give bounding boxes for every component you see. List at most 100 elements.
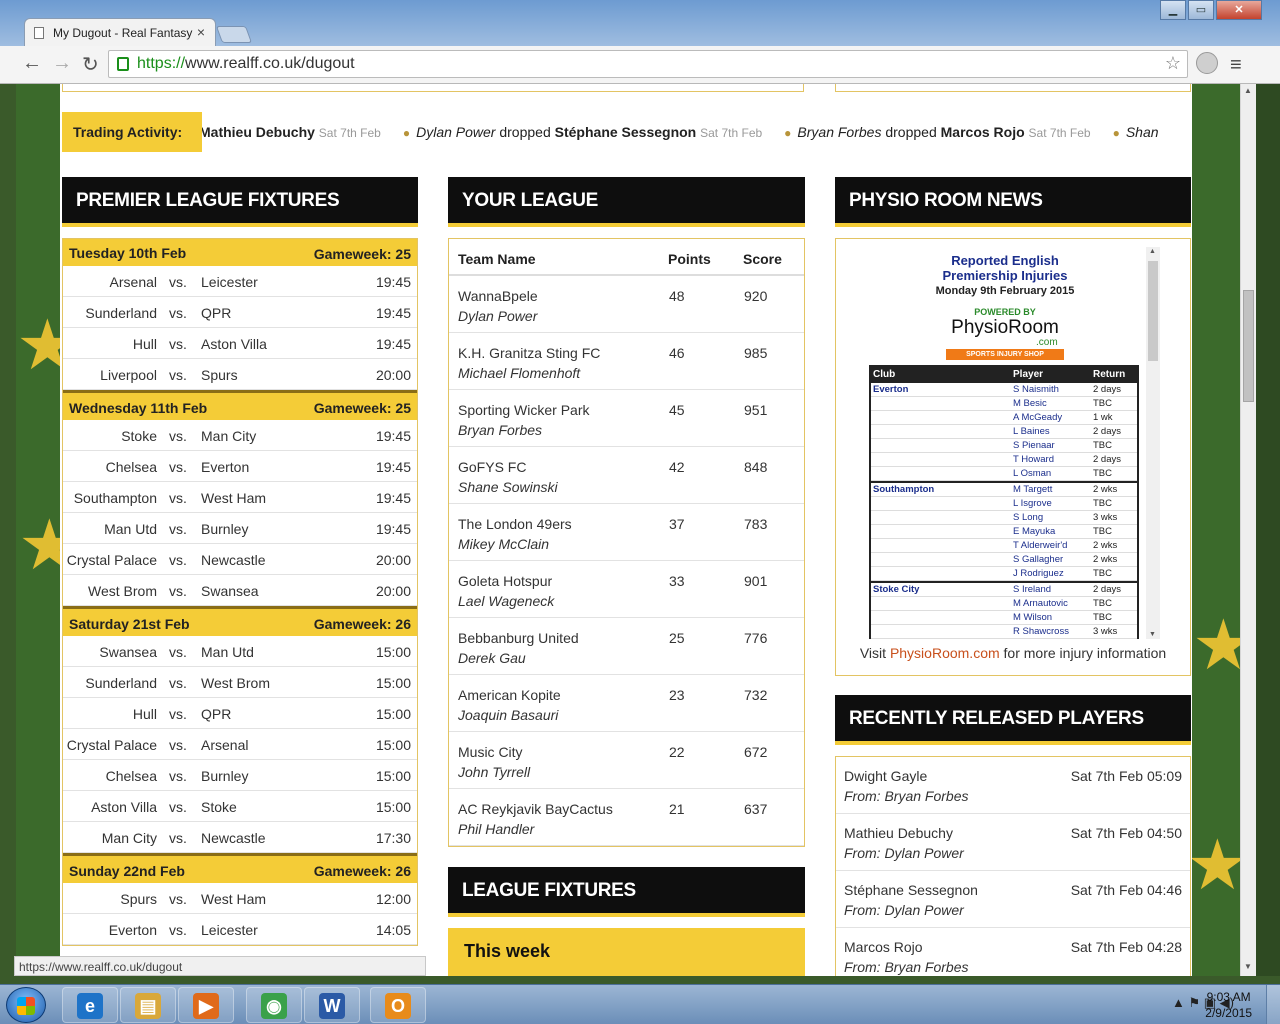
injured-player[interactable]: L Isgrove xyxy=(1013,498,1052,509)
injured-player[interactable]: L Baines xyxy=(1013,426,1050,437)
scroll-up-arrow-icon[interactable]: ▲ xyxy=(1244,86,1252,95)
show-desktop-button[interactable] xyxy=(1266,985,1280,1024)
browser-tab[interactable]: My Dugout - Real Fantasy × xyxy=(24,18,216,46)
close-tab-icon[interactable]: × xyxy=(197,24,205,40)
fixture-row[interactable]: Crystal Palace vs. Arsenal 15:00 xyxy=(63,729,417,760)
sports-injury-shop-banner[interactable]: SPORTS INJURY SHOP xyxy=(946,349,1064,360)
league-row[interactable]: Music City John Tyrrell 22 672 xyxy=(449,732,804,789)
address-bar[interactable]: https://www.realff.co.uk/dugout ☆ xyxy=(108,50,1188,78)
taskbar-chrome-button[interactable]: ◉ xyxy=(246,987,302,1023)
taskbar-ie-button[interactable]: e xyxy=(62,987,118,1023)
scroll-down-arrow-icon[interactable]: ▼ xyxy=(1244,962,1252,971)
back-button[interactable]: ← xyxy=(22,52,42,75)
injured-player[interactable]: L Osman xyxy=(1013,468,1051,479)
new-tab-button[interactable] xyxy=(215,26,253,43)
fixture-row[interactable]: Hull vs. QPR 15:00 xyxy=(63,698,417,729)
fixture-row[interactable]: Southampton vs. West Ham 19:45 xyxy=(63,482,417,513)
league-row[interactable]: WannaBpele Dylan Power 48 920 xyxy=(449,276,804,333)
league-row[interactable]: GoFYS FC Shane Sowinski 42 848 xyxy=(449,447,804,504)
league-row[interactable]: Bebbanburg United Derek Gau 25 776 xyxy=(449,618,804,675)
released-row[interactable]: Dwight Gayle Sat 7th Feb 05:09 From: Bryan… xyxy=(836,757,1190,814)
released-row[interactable]: Stéphane Sessegnon Sat 7th Feb 04:46 From:… xyxy=(836,871,1190,928)
fixture-row[interactable]: Everton vs. Leicester 14:05 xyxy=(63,914,417,945)
released-player[interactable]: Stéphane Sessegnon xyxy=(844,882,978,898)
team-name[interactable]: GoFYS FC xyxy=(458,459,526,475)
injured-player[interactable]: S Long xyxy=(1013,512,1043,523)
released-player[interactable]: Mathieu Debuchy xyxy=(844,825,953,841)
fixture-row[interactable]: Chelsea vs. Burnley 15:00 xyxy=(63,760,417,791)
forward-button[interactable]: → xyxy=(52,52,72,75)
page-scroll-thumb[interactable] xyxy=(1243,290,1254,402)
injured-player[interactable]: S Pienaar xyxy=(1013,440,1055,451)
fixture-row[interactable]: Sunderland vs. QPR 19:45 xyxy=(63,297,417,328)
team-name[interactable]: Music City xyxy=(458,744,523,760)
fixture-row[interactable]: Aston Villa vs. Stoke 15:00 xyxy=(63,791,417,822)
ticker-item[interactable]: ● Bryan Forbes dropped Marcos Rojo Sat 7t… xyxy=(784,124,1090,140)
scroll-up-arrow-icon[interactable]: ▲ xyxy=(1149,248,1156,255)
injured-player[interactable]: T Alderweir'd xyxy=(1013,540,1067,551)
team-name[interactable]: Sporting Wicker Park xyxy=(458,402,589,418)
injury-frame[interactable]: Reported English Premiership Injuries Mo… xyxy=(840,243,1160,639)
team-name[interactable]: The London 49ers xyxy=(458,516,572,532)
clock[interactable]: 9:03 AM 2/9/2015 xyxy=(1205,989,1252,1021)
fixture-row[interactable]: Chelsea vs. Everton 19:45 xyxy=(63,451,417,482)
fixture-row[interactable]: Sunderland vs. West Brom 15:00 xyxy=(63,667,417,698)
page-scrollbar[interactable]: ▲ ▼ xyxy=(1240,84,1256,976)
injured-player[interactable]: S Naismith xyxy=(1013,384,1059,395)
team-name[interactable]: Bebbanburg United xyxy=(458,630,579,646)
released-player[interactable]: Dwight Gayle xyxy=(844,768,927,784)
fixture-row[interactable]: Hull vs. Aston Villa 19:45 xyxy=(63,328,417,359)
ticker-item[interactable]: Mathieu Debuchy Sat 7th Feb xyxy=(199,124,381,140)
start-button[interactable] xyxy=(6,987,46,1023)
fixture-row[interactable]: Liverpool vs. Spurs 20:00 xyxy=(63,359,417,390)
team-name[interactable]: WannaBpele xyxy=(458,288,538,304)
fixture-row[interactable]: West Brom vs. Swansea 20:00 xyxy=(63,575,417,606)
this-week-header[interactable]: This week xyxy=(448,928,805,976)
physioroom-logo[interactable]: PhysioRoom xyxy=(840,317,1160,339)
maximize-button[interactable]: ▭ xyxy=(1188,0,1214,20)
league-row[interactable]: The London 49ers Mikey McClain 37 783 xyxy=(449,504,804,561)
ticker-item[interactable]: ● Dylan Power dropped Stéphane Sessegnon … xyxy=(403,124,762,140)
injured-player[interactable]: S Ireland xyxy=(1013,584,1051,595)
injured-player[interactable]: J Rodriguez xyxy=(1013,568,1064,579)
team-name[interactable]: American Kopite xyxy=(458,687,561,703)
physioroom-link[interactable]: PhysioRoom.com xyxy=(890,645,1000,661)
scroll-down-arrow-icon[interactable]: ▼ xyxy=(1149,631,1156,638)
injured-player[interactable]: S Gallagher xyxy=(1013,554,1063,565)
extension-icon[interactable] xyxy=(1196,52,1218,74)
injured-player[interactable]: M Arnautovic xyxy=(1013,598,1068,609)
injured-player[interactable]: T Howard xyxy=(1013,454,1054,465)
reload-button[interactable]: ↻ xyxy=(82,52,99,77)
fixture-row[interactable]: Arsenal vs. Leicester 19:45 xyxy=(63,266,417,297)
league-row[interactable]: AC Reykjavik BayCactus Phil Handler 21 637 xyxy=(449,789,804,846)
bookmark-star-icon[interactable]: ☆ xyxy=(1165,53,1181,74)
taskbar-word-button[interactable]: W xyxy=(304,987,360,1023)
injured-player[interactable]: M Wilson xyxy=(1013,612,1052,623)
released-player[interactable]: Marcos Rojo xyxy=(844,939,923,955)
minimize-button[interactable]: ▁ xyxy=(1160,0,1186,20)
team-name[interactable]: AC Reykjavik BayCactus xyxy=(458,801,613,817)
injured-player[interactable]: M Besic xyxy=(1013,398,1047,409)
injured-player[interactable]: E Mayuka xyxy=(1013,526,1055,537)
injured-player[interactable]: M Targett xyxy=(1013,484,1052,495)
menu-icon[interactable]: ≡ xyxy=(1230,54,1242,77)
close-window-button[interactable]: ✕ xyxy=(1216,0,1262,20)
fixture-row[interactable]: Man Utd vs. Burnley 19:45 xyxy=(63,513,417,544)
fixture-row[interactable]: Swansea vs. Man Utd 15:00 xyxy=(63,636,417,667)
league-row[interactable]: American Kopite Joaquin Basauri 23 732 xyxy=(449,675,804,732)
injury-scrollbar[interactable]: ▲ ▼ xyxy=(1146,247,1160,639)
league-row[interactable]: K.H. Granitza Sting FC Michael Flomenhoft… xyxy=(449,333,804,390)
fixture-row[interactable]: Man City vs. Newcastle 17:30 xyxy=(63,822,417,853)
taskbar-media-button[interactable]: ▶ xyxy=(178,987,234,1023)
injured-player[interactable]: A McGeady xyxy=(1013,412,1062,423)
fixture-row[interactable]: Crystal Palace vs. Newcastle 20:00 xyxy=(63,544,417,575)
ticker-item[interactable]: ● Shan xyxy=(1113,124,1159,140)
league-row[interactable]: Goleta Hotspur Lael Wageneck 33 901 xyxy=(449,561,804,618)
team-name[interactable]: K.H. Granitza Sting FC xyxy=(458,345,600,361)
scroll-thumb[interactable] xyxy=(1148,261,1158,361)
fixture-row[interactable]: Spurs vs. West Ham 12:00 xyxy=(63,883,417,914)
league-row[interactable]: Sporting Wicker Park Bryan Forbes 45 951 xyxy=(449,390,804,447)
released-row[interactable]: Marcos Rojo Sat 7th Feb 04:28 From: Bryan … xyxy=(836,928,1190,976)
taskbar-explorer-button[interactable]: ▤ xyxy=(120,987,176,1023)
fixture-row[interactable]: Stoke vs. Man City 19:45 xyxy=(63,420,417,451)
